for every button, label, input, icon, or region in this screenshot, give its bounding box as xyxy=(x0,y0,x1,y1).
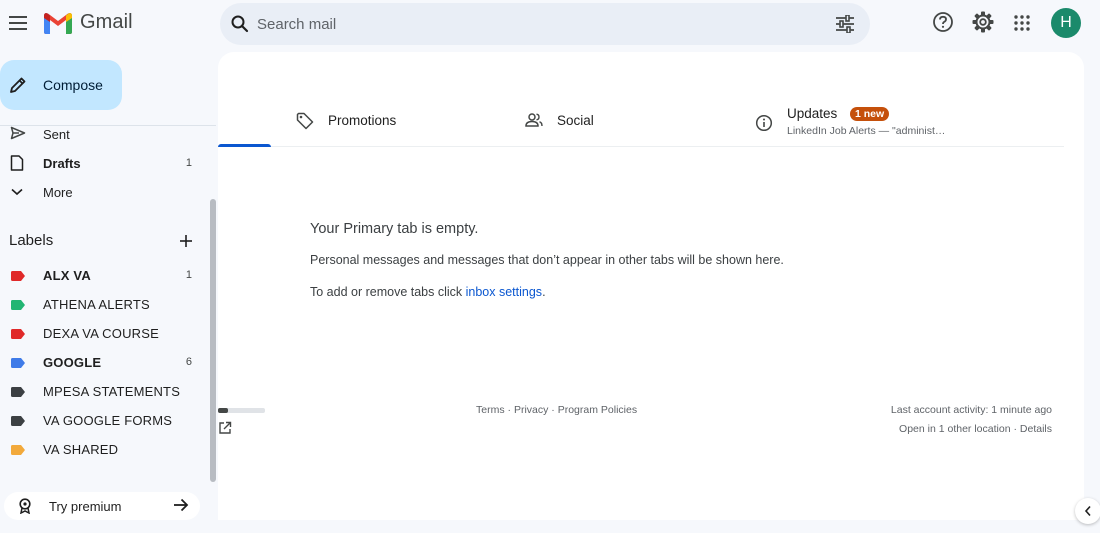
open-external-icon[interactable] xyxy=(218,421,232,435)
tab-promotions[interactable]: Promotions xyxy=(296,100,516,146)
label-name: DEXA VA COURSE xyxy=(43,326,159,341)
sidebar-item-drafts[interactable]: Drafts 1 xyxy=(0,150,205,176)
details-link[interactable]: Details xyxy=(1020,423,1052,435)
inbox-tabs: Promotions Social Updates 1 new LinkedIn… xyxy=(218,100,1064,147)
try-premium-label: Try premium xyxy=(49,499,122,514)
search-icon[interactable] xyxy=(230,14,250,34)
add-label-icon[interactable] xyxy=(178,233,194,249)
label-tag-icon xyxy=(11,300,25,310)
draft-icon xyxy=(10,155,24,171)
hint-prefix: To add or remove tabs click xyxy=(310,285,466,299)
tab-label: Updates xyxy=(787,106,838,121)
compose-button[interactable]: Compose xyxy=(0,60,122,110)
arrow-right-icon xyxy=(172,497,190,513)
label-item[interactable]: GOOGLE 6 xyxy=(0,349,205,375)
app-name: Gmail xyxy=(80,11,133,33)
label-name: ALX VA xyxy=(43,268,91,283)
program-policies-link[interactable]: Program Policies xyxy=(558,404,637,416)
tab-social[interactable]: Social xyxy=(525,100,745,146)
info-icon xyxy=(755,114,773,132)
help-icon[interactable] xyxy=(932,11,954,33)
sidebar-item-label: Drafts xyxy=(43,156,81,171)
sidebar-item-sent[interactable]: Sent xyxy=(0,121,205,147)
sidebar-item-count: 1 xyxy=(185,157,192,169)
settings-icon[interactable] xyxy=(972,11,994,33)
label-count: 6 xyxy=(185,356,192,368)
tab-label: Social xyxy=(557,113,594,128)
label-name: GOOGLE xyxy=(43,355,102,370)
label-count: 1 xyxy=(185,269,192,281)
label-item[interactable]: MPESA STATEMENTS xyxy=(0,378,205,404)
sidebar-scrollbar[interactable] xyxy=(210,199,216,482)
main-panel: Promotions Social Updates 1 new LinkedIn… xyxy=(218,52,1084,520)
send-icon xyxy=(10,126,26,140)
empty-state-hint: To add or remove tabs click inbox settin… xyxy=(310,285,546,299)
label-tag-icon xyxy=(11,416,25,426)
label-item[interactable]: VA SHARED xyxy=(0,436,205,462)
label-item[interactable]: ALX VA 1 xyxy=(0,262,205,288)
empty-state-description: Personal messages and messages that don’… xyxy=(310,253,784,267)
try-premium-button[interactable]: Try premium xyxy=(4,492,200,520)
search-input[interactable] xyxy=(257,14,817,34)
empty-state-title: Your Primary tab is empty. xyxy=(310,221,479,237)
chevron-down-icon xyxy=(10,188,24,196)
label-name: MPESA STATEMENTS xyxy=(43,384,181,399)
menu-icon xyxy=(9,16,27,30)
label-name: VA SHARED xyxy=(43,442,119,457)
top-bar: Gmail Search mail H xyxy=(0,0,1100,50)
label-tag-icon xyxy=(11,445,25,455)
footer-links: Terms · Privacy · Program Policies xyxy=(476,404,637,416)
label-tag-icon xyxy=(11,329,25,339)
label-tag-icon xyxy=(11,271,25,281)
tab-label: Promotions xyxy=(328,113,397,128)
side-panel-toggle-button[interactable] xyxy=(1075,498,1100,524)
sidebar-item-label: More xyxy=(43,185,73,200)
pencil-icon xyxy=(9,76,27,94)
active-tab-indicator xyxy=(218,144,271,147)
apps-icon[interactable] xyxy=(1014,15,1030,31)
storage-meter[interactable] xyxy=(218,408,265,413)
labels-header: Labels xyxy=(9,232,54,249)
footer-separator: · xyxy=(504,404,514,416)
tab-snippet: LinkedIn Job Alerts — "administ… xyxy=(787,125,946,137)
search-bar[interactable] xyxy=(220,3,870,45)
premium-badge-icon xyxy=(18,498,32,514)
label-tag-icon xyxy=(11,387,25,397)
hint-suffix: . xyxy=(542,285,546,299)
other-location-text: Open in 1 other location xyxy=(899,423,1011,435)
account-activity: Last account activity: 1 minute ago Open… xyxy=(891,404,1052,435)
chevron-left-icon xyxy=(1084,505,1092,517)
label-name: VA GOOGLE FORMS xyxy=(43,413,173,428)
privacy-link[interactable]: Privacy xyxy=(514,404,548,416)
inbox-settings-link[interactable]: inbox settings xyxy=(466,285,542,299)
avatar-letter: H xyxy=(1060,14,1072,31)
footer-separator: · xyxy=(548,404,558,416)
last-activity-text: Last account activity: 1 minute ago xyxy=(890,404,1052,416)
label-tag-icon xyxy=(11,358,25,368)
tag-icon xyxy=(296,112,314,130)
main-menu-button[interactable] xyxy=(6,11,30,35)
label-item[interactable]: ATHENA ALERTS xyxy=(0,291,205,317)
storage-meter-fill xyxy=(218,408,229,413)
label-name: ATHENA ALERTS xyxy=(43,297,150,312)
people-icon xyxy=(525,112,543,128)
sidebar-item-label: Sent xyxy=(43,127,70,142)
new-count-badge: 1 new xyxy=(850,107,890,121)
footer-separator: · xyxy=(1010,423,1020,435)
sidebar-item-more[interactable]: More xyxy=(0,179,205,205)
account-avatar[interactable]: H xyxy=(1051,8,1081,38)
gmail-m-icon xyxy=(44,12,72,34)
label-item[interactable]: VA GOOGLE FORMS xyxy=(0,407,205,433)
filter-icon[interactable] xyxy=(835,15,855,33)
terms-link[interactable]: Terms xyxy=(476,404,505,416)
tab-primary[interactable] xyxy=(218,100,271,146)
compose-label: Compose xyxy=(43,77,103,93)
gmail-logo[interactable]: Gmail xyxy=(44,11,133,34)
tab-updates[interactable]: Updates 1 new LinkedIn Job Alerts — "adm… xyxy=(755,100,1015,146)
label-item[interactable]: DEXA VA COURSE xyxy=(0,320,205,346)
